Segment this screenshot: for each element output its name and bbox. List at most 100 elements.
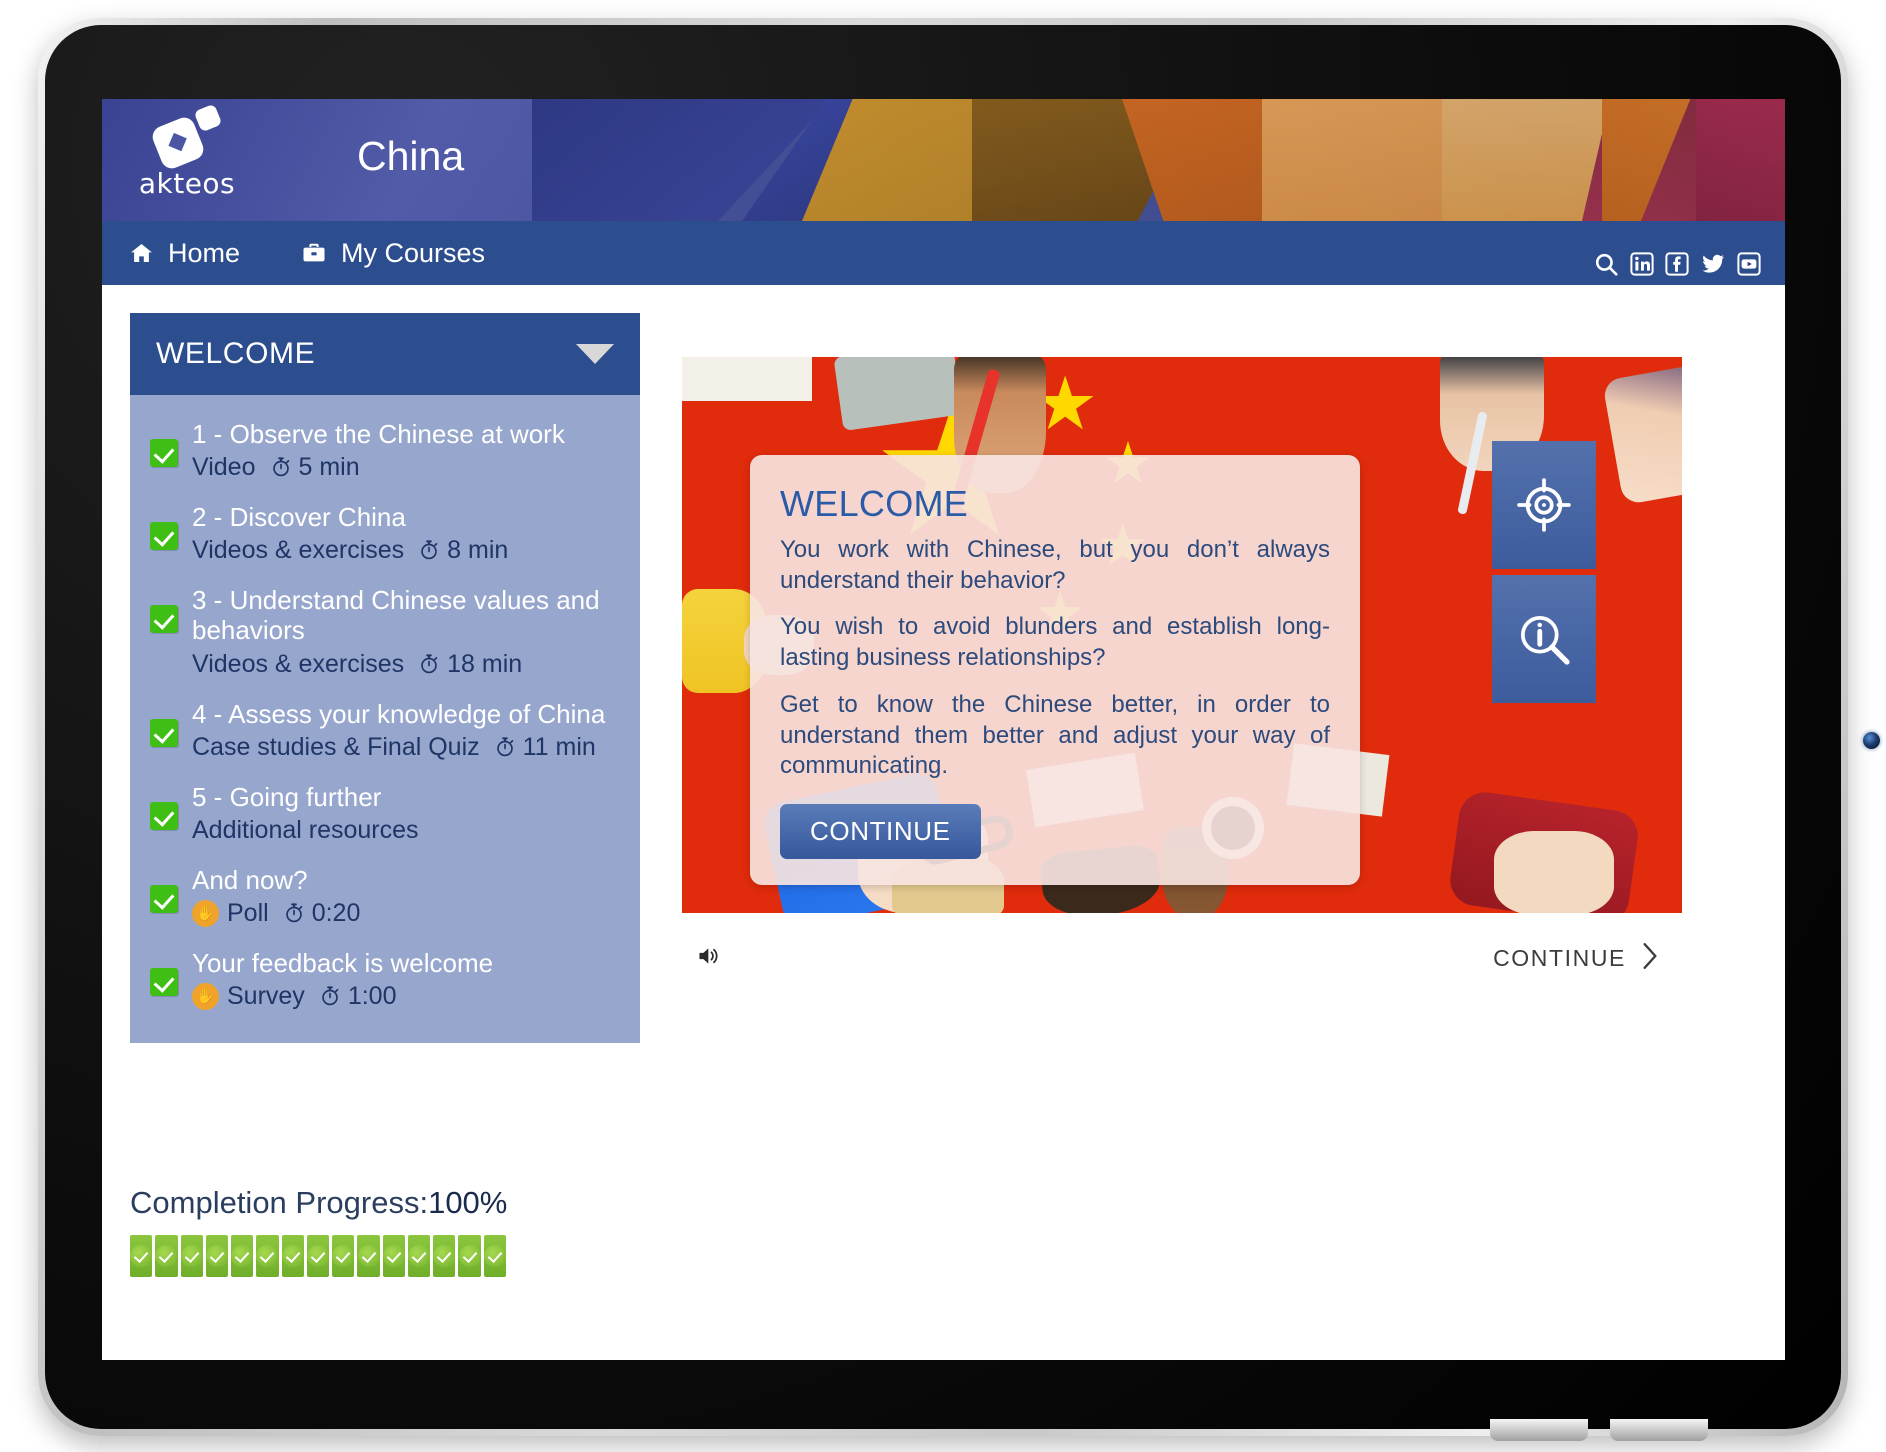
continue-next-label: CONTINUE xyxy=(1493,944,1626,971)
progress-label-row: Completion Progress:100% xyxy=(130,1185,730,1221)
progress-segment xyxy=(155,1235,178,1277)
sidebar-section-title: WELCOME xyxy=(156,337,316,370)
search-icon[interactable] xyxy=(1593,251,1619,277)
check-icon xyxy=(483,1245,506,1267)
check-icon xyxy=(281,1245,304,1267)
check-icon xyxy=(256,1245,279,1267)
checkbox-checked-icon xyxy=(150,522,178,551)
list-item[interactable]: 5 - Going further Additional resources xyxy=(130,772,640,855)
objectives-button[interactable] xyxy=(1492,441,1596,569)
check-icon xyxy=(357,1245,380,1267)
lesson-type: Case studies & Final Quiz xyxy=(192,732,480,761)
dialog-paragraph: You work with Chinese, but you don’t alw… xyxy=(780,536,1330,594)
tablet-screen: akteos China Home My Courses WELCOME 1 -… xyxy=(102,99,1785,1360)
progress-percent: 100% xyxy=(428,1185,508,1220)
progress-segment xyxy=(180,1235,203,1277)
checkbox-checked-icon xyxy=(150,439,178,467)
stopwatch-icon xyxy=(283,902,305,924)
social-links xyxy=(1593,251,1761,277)
progress-segment xyxy=(357,1235,380,1277)
progress-segment xyxy=(382,1235,405,1277)
sidebar-section-header[interactable]: WELCOME xyxy=(130,313,640,395)
site-header-banner: akteos China xyxy=(102,99,1785,221)
lesson-duration-label: 1:00 xyxy=(347,982,397,1011)
slide-canvas: ★ ★ ★ ★ ★ xyxy=(682,357,1682,913)
progress-segment xyxy=(332,1235,355,1277)
progress-segment xyxy=(256,1235,279,1277)
objectives-target-icon xyxy=(1515,476,1573,534)
lesson-title: Your feedback is welcome xyxy=(192,948,494,979)
dialog-continue-button[interactable]: CONTINUE xyxy=(780,804,981,860)
chevron-down-icon[interactable] xyxy=(576,344,614,364)
progress-segment xyxy=(130,1235,153,1277)
speaker-icon[interactable] xyxy=(682,943,724,974)
page-title: China xyxy=(357,133,465,179)
course-content-area: ★ ★ ★ ★ ★ xyxy=(682,357,1682,989)
stopwatch-icon xyxy=(494,736,516,758)
check-icon xyxy=(205,1245,228,1267)
stopwatch-icon xyxy=(319,985,341,1007)
lesson-type: Poll xyxy=(227,899,269,928)
check-icon xyxy=(433,1245,456,1267)
brand-name: akteos xyxy=(138,167,236,200)
slide-photo-element xyxy=(682,357,812,401)
slide-player-bar: CONTINUE xyxy=(682,927,1682,989)
more-info-button[interactable] xyxy=(1492,575,1596,703)
lesson-duration-label: 5 min xyxy=(298,453,360,482)
welcome-dialog: WELCOME You work with Chinese, but you d… xyxy=(750,455,1360,886)
lesson-duration: 0:20 xyxy=(283,898,361,928)
list-item[interactable]: 1 - Observe the Chinese at work Video 5 … xyxy=(130,409,640,492)
lesson-title: 3 - Understand Chinese values and behavi… xyxy=(192,585,600,646)
brand-logo[interactable]: akteos xyxy=(132,103,242,200)
progress-segment xyxy=(407,1235,431,1277)
tablet-base-port-left xyxy=(1490,1419,1588,1441)
check-icon xyxy=(231,1245,254,1267)
lesson-duration: 18 min xyxy=(418,649,522,679)
check-icon xyxy=(130,1245,153,1267)
list-item[interactable]: Your feedback is welcome ✋ Survey 1:00 xyxy=(130,938,640,1021)
slide-side-buttons xyxy=(1492,441,1596,703)
info-magnifier-icon xyxy=(1515,610,1573,668)
youtube-icon[interactable] xyxy=(1737,252,1761,276)
check-icon xyxy=(180,1245,203,1267)
progress-segment xyxy=(458,1235,481,1277)
twitter-icon[interactable] xyxy=(1700,252,1726,276)
list-item[interactable]: 2 - Discover China Videos & exercises 8 … xyxy=(130,492,640,575)
checkbox-checked-icon xyxy=(150,884,178,913)
lesson-title: 2 - Discover China xyxy=(192,502,406,533)
dialog-paragraph: You wish to avoid blunders and establish… xyxy=(780,613,1330,672)
main-navigation: Home My Courses xyxy=(102,221,1785,285)
progress-segment xyxy=(281,1235,304,1277)
continue-next-button[interactable]: CONTINUE xyxy=(1493,941,1682,976)
check-icon xyxy=(408,1245,431,1267)
dialog-title: WELCOME xyxy=(780,483,969,524)
lesson-duration-label: 0:20 xyxy=(311,899,361,928)
dialog-paragraph: Get to know the Chinese better, in order… xyxy=(780,690,1330,780)
nav-item-home[interactable]: Home xyxy=(128,238,240,269)
nav-item-my-courses-label: My Courses xyxy=(341,237,486,268)
lesson-duration: 8 min xyxy=(418,535,508,565)
briefcase-icon xyxy=(300,241,328,265)
check-icon xyxy=(458,1245,481,1267)
facebook-icon[interactable] xyxy=(1665,252,1689,276)
lesson-duration: 1:00 xyxy=(319,981,397,1011)
nav-item-home-label: Home xyxy=(168,237,241,268)
check-icon xyxy=(306,1245,329,1267)
nav-item-my-courses[interactable]: My Courses xyxy=(300,238,485,269)
lesson-duration-label: 8 min xyxy=(447,536,509,565)
list-item[interactable]: And now? ✋ Poll 0:20 xyxy=(130,855,640,938)
stopwatch-icon xyxy=(418,539,440,561)
checkbox-checked-icon xyxy=(150,968,178,997)
lesson-type: Video xyxy=(192,453,256,482)
completion-progress: Completion Progress:100% xyxy=(130,1185,730,1277)
list-item[interactable]: 3 - Understand Chinese values and behavi… xyxy=(130,575,640,688)
linkedin-icon[interactable] xyxy=(1630,252,1654,276)
progress-segment xyxy=(231,1235,254,1277)
checkbox-checked-icon xyxy=(150,718,178,747)
lesson-type: Videos & exercises xyxy=(192,649,405,678)
lesson-title: And now? xyxy=(192,864,308,895)
lesson-title: 4 - Assess your knowledge of China xyxy=(192,698,606,729)
akteos-squares-logo-icon xyxy=(149,103,224,172)
list-item[interactable]: 4 - Assess your knowledge of China Case … xyxy=(130,689,640,772)
check-icon xyxy=(155,1245,178,1267)
